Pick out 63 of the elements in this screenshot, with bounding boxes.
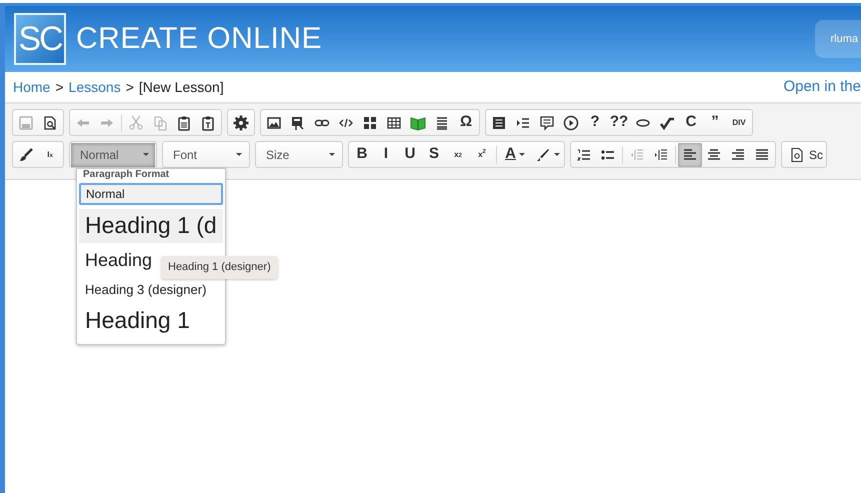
breadcrumb-separator: > <box>126 78 134 96</box>
format-button[interactable]: S <box>422 142 446 166</box>
image-icon <box>266 114 282 130</box>
indent-icon <box>653 146 669 162</box>
menu-title: Paragraph Format <box>82 169 170 179</box>
tooltip: Heading 1 (designer) <box>161 256 278 278</box>
menu-item[interactable]: Heading 1 <box>79 304 223 338</box>
source-icon <box>789 146 805 162</box>
align-right-icon <box>730 146 746 162</box>
format-dropdown[interactable]: Font <box>164 142 248 166</box>
breadcrumb-separator: > <box>55 78 64 96</box>
align-center-icon <box>706 146 722 162</box>
format-button[interactable]: x$^{2}$ <box>470 142 494 166</box>
breadcrumb-link[interactable]: Lessons <box>68 76 121 98</box>
lines-icon <box>434 114 450 130</box>
open-link[interactable]: Open in the <box>783 76 861 98</box>
table-icon <box>386 114 402 130</box>
highlighter-icon <box>534 146 550 162</box>
save-icon <box>18 114 34 130</box>
preview-icon <box>42 114 58 130</box>
widgets-icon <box>362 114 378 130</box>
comment-icon <box>539 114 555 130</box>
menu-item[interactable]: Heading 1 (d <box>79 209 223 243</box>
caret-icon <box>554 153 560 156</box>
breadcrumb-link[interactable]: Home <box>13 76 50 98</box>
logo: SC <box>14 13 66 65</box>
format-button[interactable]: ? <box>583 110 607 134</box>
settings-icon <box>233 114 249 130</box>
format-button[interactable]: x$_{2}$ <box>446 142 470 166</box>
caret-icon <box>236 153 242 156</box>
format-button[interactable]: ?? <box>607 110 631 134</box>
outdent-icon <box>629 146 645 162</box>
source-button[interactable]: Sc <box>783 142 826 166</box>
copy-icon <box>152 114 168 130</box>
format-button[interactable]: U <box>398 142 422 166</box>
format-button[interactable]: I <box>374 142 398 166</box>
play-icon <box>563 114 579 130</box>
template-icon <box>491 114 507 130</box>
brush-icon <box>18 146 34 162</box>
format-dropdown[interactable]: Size <box>257 142 341 166</box>
caret-icon <box>329 153 335 156</box>
menu-item[interactable]: Normal <box>79 183 223 206</box>
caret-icon <box>518 153 525 156</box>
book-icon <box>410 114 426 130</box>
format-button[interactable]: B <box>350 142 374 166</box>
format-button[interactable]: DIV <box>727 110 751 134</box>
format-button[interactable]: I$_{x}$ <box>38 142 62 166</box>
color-menu-button[interactable]: A <box>499 142 531 166</box>
app-title: CREATE ONLINE <box>76 24 322 54</box>
numbered-list-icon <box>576 146 592 162</box>
caret-icon <box>143 153 149 156</box>
scissors-icon <box>128 114 144 130</box>
justify-icon <box>754 146 770 162</box>
format-button[interactable]: C <box>679 110 703 134</box>
paste-icon <box>176 114 192 130</box>
breadcrumb-current: [New Lesson] <box>138 78 224 97</box>
menu-item[interactable]: Heading 3 (designer) <box>79 278 223 300</box>
format-button[interactable]: Ω <box>454 110 478 134</box>
format-button[interactable]: ” <box>703 110 727 134</box>
paste-text-icon <box>200 114 216 130</box>
format-dropdown[interactable]: Normal <box>71 142 155 166</box>
align-left-icon <box>682 146 698 162</box>
align-left-button[interactable] <box>678 142 702 166</box>
